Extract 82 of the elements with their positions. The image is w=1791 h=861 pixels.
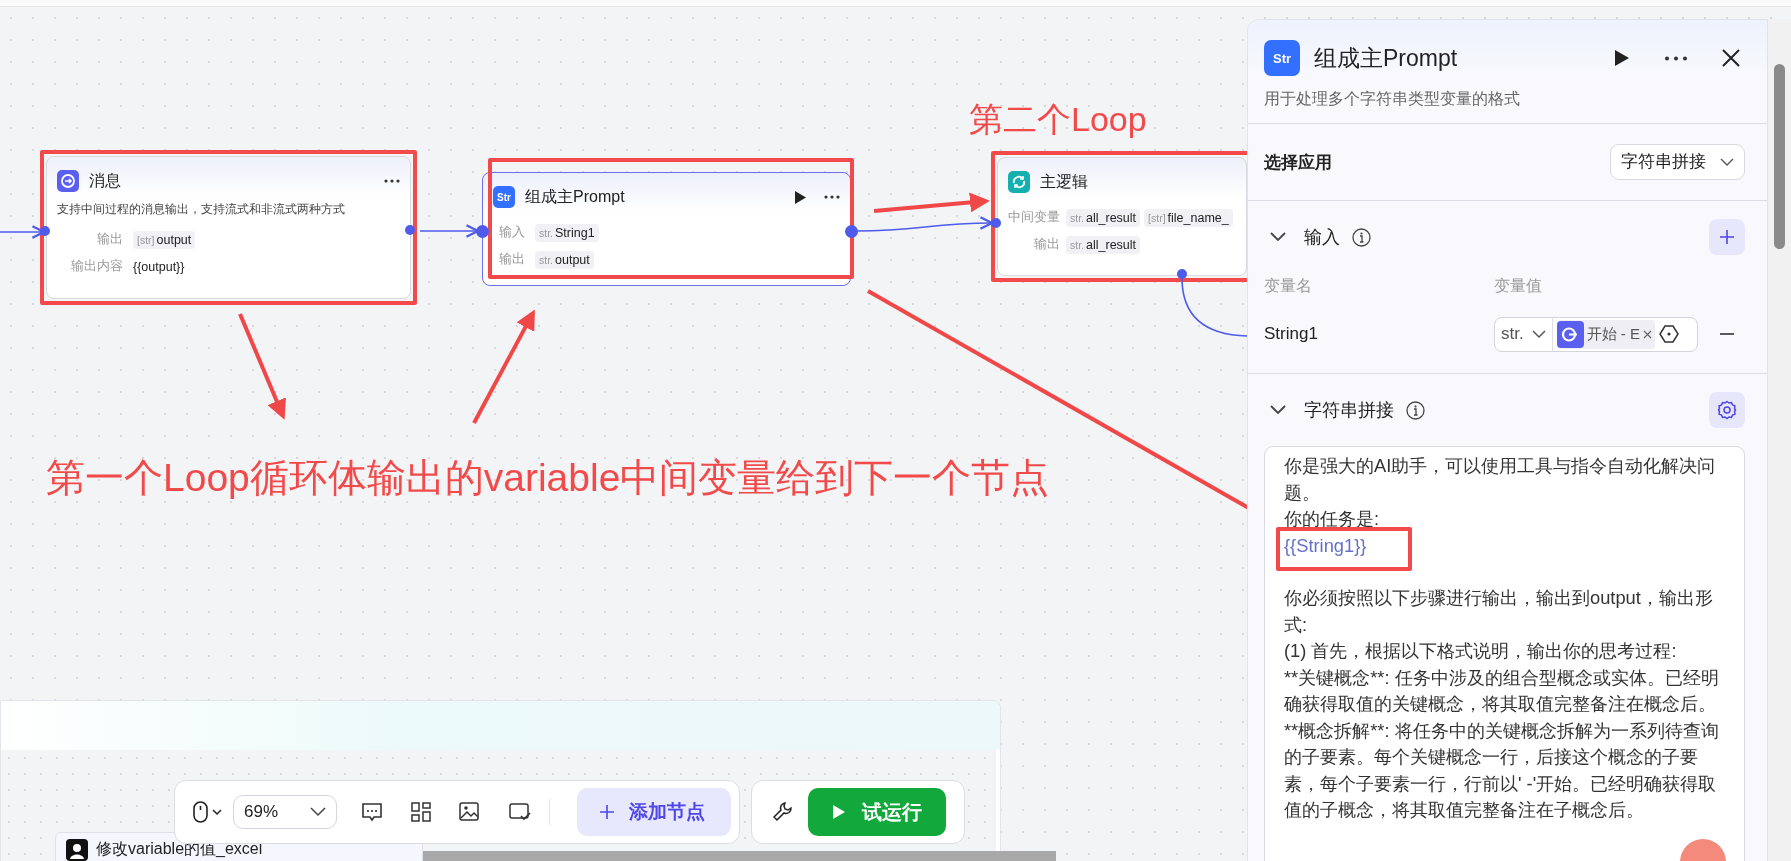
prompt-text: 你的任务是: xyxy=(1284,507,1381,531)
column-header: 变量名 xyxy=(1264,275,1313,296)
loop-node-icon xyxy=(1008,171,1030,193)
workflow-node[interactable]: 主逻辑 中间变量 str. all_result [str] file_name_ 输出 str. all_result xyxy=(997,157,1247,276)
more-icon[interactable] xyxy=(824,195,840,199)
close-icon[interactable] xyxy=(1722,49,1740,67)
chevron-icon xyxy=(1720,157,1734,167)
annotation-text: 第一个Loop循环体输出的variable中间变量给到下一个节点 xyxy=(46,455,1050,501)
settings-icon xyxy=(1717,400,1737,420)
string-node-icon: Str xyxy=(1264,40,1300,76)
image-icon[interactable] xyxy=(459,802,481,822)
play-icon[interactable] xyxy=(1614,49,1630,67)
add-button[interactable] xyxy=(1709,219,1745,255)
template-editor[interactable] xyxy=(1264,446,1745,861)
field-label: 输出 xyxy=(1033,236,1060,253)
comment-icon[interactable] xyxy=(361,801,383,823)
workflow-node[interactable]: Str 组成主Prompt 输入 str. String1 输出 str. output xyxy=(482,172,851,286)
field-label: 输出内容 xyxy=(70,258,123,275)
column-header: 变量值 xyxy=(1494,275,1542,296)
port-dot[interactable] xyxy=(991,218,1001,228)
scrollbar[interactable] xyxy=(1768,19,1791,861)
panel-description: 用于处理多个字符串类型变量的格式 xyxy=(1248,77,1767,124)
template-variable: {{String1}} xyxy=(1284,534,1367,556)
field-label: 选择应用 xyxy=(1264,151,1332,174)
variable-tag: str. all_result xyxy=(1066,208,1141,227)
variable-tag: str. String1 xyxy=(535,223,599,242)
port-dot[interactable] xyxy=(405,225,415,235)
grid-icon[interactable] xyxy=(411,802,431,822)
field-label: 输出 xyxy=(96,231,123,248)
plus-icon xyxy=(1719,229,1735,245)
zoom-select[interactable]: 69% xyxy=(233,795,337,829)
info-icon[interactable] xyxy=(1352,227,1371,247)
variable-picker-icon[interactable] xyxy=(1659,324,1679,344)
source-tag[interactable]: 开始 - E xyxy=(1556,319,1655,349)
more-icon[interactable] xyxy=(384,179,400,183)
variable-tag: [str] file_name_ xyxy=(1144,208,1233,227)
node-title: 组成主Prompt xyxy=(525,186,626,207)
node-description: 支持中间过程的消息输出，支持流式和非流式两种方式 xyxy=(57,201,346,218)
field-label: 输入 xyxy=(499,224,525,241)
variable-tag: str. output xyxy=(535,250,594,269)
plus-icon xyxy=(599,804,615,820)
play-icon xyxy=(832,804,846,820)
prompt-text: **概念拆解**: 将任务中的关键概念拆解为一系列待查询的子要素。每个关键概念一行，后接这个概念的子要素，每个子要素一行，行前以' -'开始。已经明确获得取值的子概念，将其取值完整备注在子概念后。 xyxy=(1284,718,1720,822)
port-dot[interactable] xyxy=(1177,269,1187,279)
prompt-text: (1) 首先，根据以下格式说明，输出你的思考过程: xyxy=(1284,639,1678,663)
prompt-text: **关键概念**: 任务中涉及的组合型概念或实体。已经明确获得取值的关键概念，将其取值完整备注在概念后。 xyxy=(1284,665,1720,716)
mouse-icon[interactable] xyxy=(193,800,223,824)
field-label: 中间变量 xyxy=(1008,209,1060,226)
prompt-text: 你必须按照以下步骤进行输出，输出到output，输出形式: xyxy=(1284,586,1714,637)
node-title: 主逻辑 xyxy=(1040,171,1089,192)
port-dot[interactable] xyxy=(40,226,50,236)
add-node-button[interactable]: 添加节点 xyxy=(577,788,731,836)
settings-button[interactable] xyxy=(1709,392,1745,428)
node-title: 消息 xyxy=(89,170,122,191)
string-node-icon: Str xyxy=(493,186,515,208)
info-icon[interactable] xyxy=(1406,400,1425,420)
section-title: 输入 xyxy=(1304,226,1340,249)
more-icon[interactable] xyxy=(1664,55,1688,61)
chevron-icon[interactable] xyxy=(1270,405,1286,415)
canvas-check-icon[interactable] xyxy=(509,802,531,822)
scrollbar[interactable] xyxy=(423,851,1056,861)
wrench-icon[interactable] xyxy=(772,801,794,823)
panel-title: 组成主Prompt xyxy=(1314,43,1459,73)
variable-name: String1 xyxy=(1264,324,1319,344)
workflow-node[interactable]: 消息 支持中间过程的消息输出，支持流式和非流式两种方式 输出 [str] output 输出内容 {{output}} xyxy=(46,156,411,299)
connector-line xyxy=(1181,277,1248,337)
chevron-icon xyxy=(310,807,326,817)
prompt-text: 你是强大的AI助手，可以使用工具与指令自动化解决问题。 xyxy=(1284,454,1717,505)
field-label: 输出 xyxy=(499,251,525,268)
type-select[interactable]: str. xyxy=(1495,317,1553,351)
play-icon[interactable] xyxy=(795,190,806,204)
variable-tag: str. all_result xyxy=(1066,235,1141,254)
chevron-icon[interactable] xyxy=(1270,232,1286,242)
app-select[interactable]: 字符串拼接 xyxy=(1610,144,1745,180)
start-node-icon xyxy=(1556,320,1584,348)
person-icon xyxy=(66,839,88,861)
message-node-icon xyxy=(57,170,79,192)
variable-tag: [str] output xyxy=(133,230,196,249)
chevron-icon xyxy=(1531,329,1546,339)
section-title: 字符串拼接 xyxy=(1304,399,1394,422)
annotation-text: 第二个Loop xyxy=(969,99,1147,140)
field-value: {{output}} xyxy=(133,259,185,274)
